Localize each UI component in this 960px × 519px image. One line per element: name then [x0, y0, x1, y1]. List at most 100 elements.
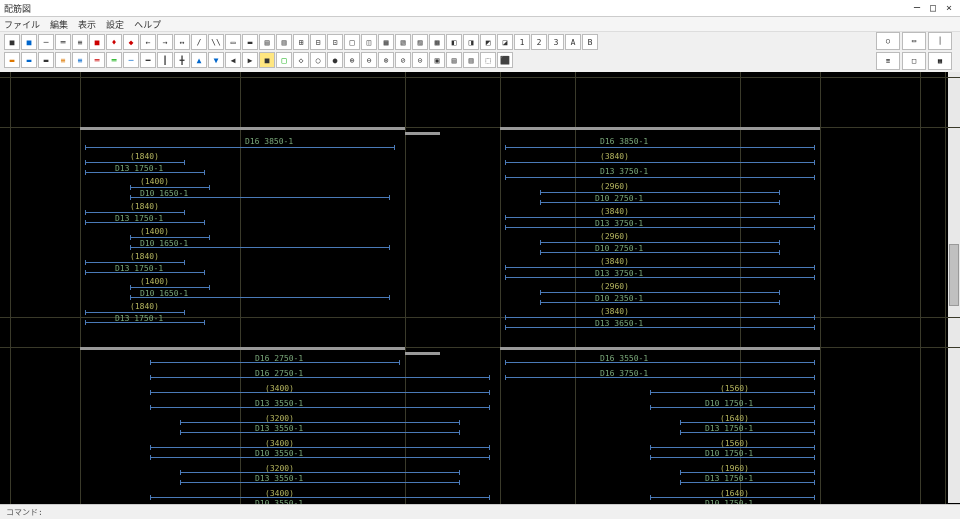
- toolbar-button[interactable]: ♦: [106, 34, 122, 50]
- toolbar-button[interactable]: ⊗: [378, 52, 394, 68]
- rebar-line[interactable]: [505, 147, 815, 148]
- rebar-line[interactable]: [540, 242, 780, 243]
- toolbar-button[interactable]: ▬: [38, 52, 54, 68]
- toolbar-button[interactable]: ■: [4, 34, 20, 50]
- rebar-line[interactable]: [85, 262, 185, 263]
- toolbar-button[interactable]: →: [157, 34, 173, 50]
- toolbar-button[interactable]: ↔: [174, 34, 190, 50]
- rebar-line[interactable]: [150, 407, 490, 408]
- scrollbar-thumb[interactable]: [949, 244, 959, 306]
- toolbar-button[interactable]: ◧: [446, 34, 462, 50]
- close-button[interactable]: ×: [942, 1, 956, 15]
- toolbar-button[interactable]: ═: [89, 52, 105, 68]
- toolbar-button[interactable]: ═: [106, 52, 122, 68]
- vertical-scrollbar[interactable]: [948, 72, 960, 503]
- toolbar-button[interactable]: □: [344, 34, 360, 50]
- rebar-line[interactable]: [540, 252, 780, 253]
- toolbar-button[interactable]: ┃: [157, 52, 173, 68]
- rebar-line[interactable]: [540, 192, 780, 193]
- toolbar-button[interactable]: ▥: [276, 34, 292, 50]
- toolbar-button[interactable]: ⬛: [497, 52, 513, 68]
- toolbar-button[interactable]: A: [565, 34, 581, 50]
- toolbar-button[interactable]: 1: [514, 34, 530, 50]
- rebar-line[interactable]: [505, 217, 815, 218]
- toolbar-button[interactable]: ≡: [55, 52, 71, 68]
- toolbar-button[interactable]: ▤: [446, 52, 462, 68]
- rebar-line[interactable]: [130, 237, 210, 238]
- toolbar-button[interactable]: ⬚: [480, 52, 496, 68]
- toolbar-button[interactable]: ◪: [497, 34, 513, 50]
- toolbar-button[interactable]: ─: [123, 52, 139, 68]
- toolbar-button[interactable]: ◩: [480, 34, 496, 50]
- panel-button[interactable]: ○: [876, 32, 900, 50]
- toolbar-button[interactable]: ■: [259, 52, 275, 68]
- toolbar-button[interactable]: ≡: [72, 52, 88, 68]
- toolbar-button[interactable]: ◆: [123, 34, 139, 50]
- toolbar-button[interactable]: ▭: [225, 34, 241, 50]
- toolbar-button[interactable]: ▨: [412, 34, 428, 50]
- rebar-line[interactable]: [180, 432, 460, 433]
- rebar-line[interactable]: [85, 147, 395, 148]
- panel-button[interactable]: ≡: [876, 52, 900, 70]
- rebar-line[interactable]: [150, 377, 490, 378]
- minimize-button[interactable]: ─: [910, 1, 924, 15]
- panel-button[interactable]: │: [928, 32, 952, 50]
- menu-item[interactable]: 設定: [106, 18, 124, 31]
- toolbar-button[interactable]: ▦: [378, 34, 394, 50]
- toolbar-button[interactable]: ━: [140, 52, 156, 68]
- toolbar-button[interactable]: ◫: [361, 34, 377, 50]
- toolbar-button[interactable]: ▩: [429, 34, 445, 50]
- toolbar-button[interactable]: ○: [310, 52, 326, 68]
- toolbar-button[interactable]: 2: [531, 34, 547, 50]
- toolbar-button[interactable]: ▬: [21, 52, 37, 68]
- toolbar-button[interactable]: ⊟: [310, 34, 326, 50]
- rebar-line[interactable]: [85, 312, 185, 313]
- rebar-line[interactable]: [150, 447, 490, 448]
- toolbar-button[interactable]: ▶: [242, 52, 258, 68]
- toolbar-button[interactable]: ═: [55, 34, 71, 50]
- rebar-line[interactable]: [150, 497, 490, 498]
- toolbar-button[interactable]: ⊙: [412, 52, 428, 68]
- rebar-line[interactable]: [540, 292, 780, 293]
- toolbar-button[interactable]: ▼: [208, 52, 224, 68]
- panel-button[interactable]: ▦: [928, 52, 952, 70]
- menu-item[interactable]: ヘルプ: [134, 18, 161, 31]
- toolbar-button[interactable]: ⊖: [361, 52, 377, 68]
- rebar-line[interactable]: [180, 422, 460, 423]
- drawing-canvas[interactable]: D16 3850-1(1840)D13 1750-1(1400)D10 1650…: [0, 72, 960, 517]
- rebar-line[interactable]: [505, 377, 815, 378]
- rebar-line[interactable]: [540, 302, 780, 303]
- rebar-line[interactable]: [505, 177, 815, 178]
- toolbar-button[interactable]: ▲: [191, 52, 207, 68]
- rebar-line[interactable]: [505, 267, 815, 268]
- rebar-line[interactable]: [85, 212, 185, 213]
- toolbar-button[interactable]: ●: [327, 52, 343, 68]
- toolbar-button[interactable]: ←: [140, 34, 156, 50]
- toolbar-button[interactable]: \\: [208, 34, 224, 50]
- toolbar-button[interactable]: ▧: [395, 34, 411, 50]
- rebar-line[interactable]: [150, 392, 490, 393]
- toolbar-button[interactable]: ▬: [242, 34, 258, 50]
- panel-button[interactable]: ▭: [902, 32, 926, 50]
- toolbar-button[interactable]: ▣: [429, 52, 445, 68]
- toolbar-button[interactable]: ─: [38, 34, 54, 50]
- toolbar-button[interactable]: 3: [548, 34, 564, 50]
- rebar-line[interactable]: [505, 162, 815, 163]
- menu-item[interactable]: 編集: [50, 18, 68, 31]
- toolbar-button[interactable]: □: [276, 52, 292, 68]
- rebar-line[interactable]: [180, 482, 460, 483]
- toolbar-button[interactable]: ▬: [4, 52, 20, 68]
- rebar-line[interactable]: [505, 227, 815, 228]
- toolbar-button[interactable]: ⊕: [344, 52, 360, 68]
- toolbar-button[interactable]: ■: [21, 34, 37, 50]
- menu-item[interactable]: 表示: [78, 18, 96, 31]
- rebar-line[interactable]: [180, 472, 460, 473]
- toolbar-button[interactable]: ■: [89, 34, 105, 50]
- panel-button[interactable]: □: [902, 52, 926, 70]
- rebar-line[interactable]: [150, 457, 490, 458]
- toolbar-button[interactable]: ⊡: [327, 34, 343, 50]
- toolbar-button[interactable]: /: [191, 34, 207, 50]
- toolbar-button[interactable]: ▤: [259, 34, 275, 50]
- rebar-line[interactable]: [505, 317, 815, 318]
- toolbar-button[interactable]: ▥: [463, 52, 479, 68]
